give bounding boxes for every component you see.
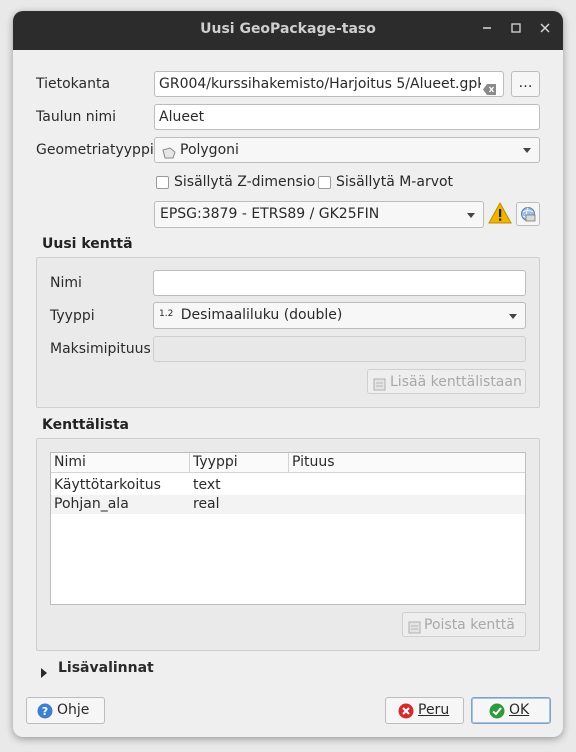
geometry-type-label: Geometriatyyppi bbox=[36, 142, 154, 158]
crs-value: EPSG:3879 - ETRS89 / GK25FIN bbox=[160, 206, 380, 222]
warning-icon bbox=[488, 201, 512, 229]
svg-text:?: ? bbox=[42, 705, 48, 718]
decimal-type-icon: 1.2 bbox=[159, 309, 174, 319]
row-name: Käyttötarkoitus bbox=[54, 477, 161, 493]
field-name-input[interactable] bbox=[153, 270, 526, 296]
include-m-checkbox[interactable] bbox=[318, 176, 331, 189]
table-row[interactable]: Käyttötarkoitus text bbox=[51, 476, 525, 495]
database-path-text: GR004/kurssihakemisto/Harjoitus 5/Alueet… bbox=[159, 76, 481, 92]
geometry-type-select[interactable]: Polygoni bbox=[154, 137, 540, 163]
crs-select[interactable]: EPSG:3879 - ETRS89 / GK25FIN bbox=[154, 201, 484, 228]
advanced-options-label: Lisävalinnat bbox=[58, 660, 154, 676]
help-icon: ? bbox=[37, 703, 53, 728]
maximize-icon[interactable] bbox=[505, 19, 527, 41]
ok-button[interactable]: OK bbox=[471, 697, 551, 724]
help-button[interactable]: ? Ohje bbox=[26, 697, 105, 724]
title-bar: Uusi GeoPackage-taso bbox=[13, 11, 563, 50]
field-type-label: Tyyppi bbox=[50, 308, 95, 324]
select-crs-button[interactable] bbox=[516, 202, 540, 226]
include-z-checkbox[interactable] bbox=[156, 176, 169, 189]
cancel-icon bbox=[398, 703, 414, 728]
include-m-label: Sisällytä M-arvot bbox=[336, 174, 454, 190]
chevron-down-icon bbox=[509, 314, 517, 319]
minimize-icon[interactable] bbox=[476, 19, 498, 41]
cancel-label: Peru bbox=[418, 702, 450, 718]
expand-arrow-icon bbox=[40, 666, 48, 682]
close-icon[interactable] bbox=[534, 19, 556, 41]
row-name: Pohjan_ala bbox=[54, 496, 129, 512]
remove-field-button[interactable]: Poista kenttä bbox=[402, 612, 526, 637]
add-to-field-list-label: Lisää kenttälistaan bbox=[390, 374, 522, 390]
max-length-input[interactable] bbox=[153, 336, 526, 362]
add-field-icon bbox=[373, 375, 387, 399]
field-list-table[interactable]: Nimi Tyyppi Pituus Käyttötarkoitus text … bbox=[50, 452, 526, 605]
table-row[interactable]: Pohjan_ala real bbox=[51, 495, 525, 514]
table-name-input[interactable]: Alueet bbox=[154, 104, 540, 130]
column-header-name[interactable]: Nimi bbox=[51, 453, 190, 473]
clear-input-icon[interactable] bbox=[483, 79, 497, 96]
field-name-label: Nimi bbox=[50, 275, 82, 291]
ok-icon bbox=[489, 703, 505, 728]
browse-button[interactable]: … bbox=[511, 71, 540, 97]
database-path-input[interactable]: GR004/kurssihakemisto/Harjoitus 5/Alueet… bbox=[154, 71, 504, 97]
cancel-button[interactable]: Peru bbox=[385, 697, 464, 724]
field-list-title: Kenttälista bbox=[42, 417, 129, 433]
chevron-down-icon bbox=[523, 148, 531, 153]
row-type: real bbox=[193, 496, 220, 512]
include-z-label: Sisällytä Z-dimensio bbox=[174, 174, 316, 190]
column-header-length[interactable]: Pituus bbox=[289, 453, 525, 473]
dialog-window: Uusi GeoPackage-taso Tietokanta GR004/ku… bbox=[13, 11, 563, 737]
help-label: Ohje bbox=[57, 702, 90, 718]
field-type-value: Desimaaliluku (double) bbox=[180, 307, 343, 323]
add-to-field-list-button[interactable]: Lisää kenttälistaan bbox=[367, 369, 526, 394]
chevron-down-icon bbox=[467, 213, 475, 218]
geometry-type-value: Polygoni bbox=[180, 142, 239, 158]
row-type: text bbox=[193, 477, 221, 493]
table-name-label: Taulun nimi bbox=[36, 109, 117, 125]
remove-field-label: Poista kenttä bbox=[424, 617, 515, 633]
new-field-title: Uusi kenttä bbox=[42, 236, 133, 252]
globe-icon bbox=[520, 206, 536, 230]
ok-label: OK bbox=[509, 702, 530, 718]
database-label: Tietokanta bbox=[36, 76, 111, 92]
field-type-select[interactable]: 1.2 Desimaaliluku (double) bbox=[153, 302, 526, 329]
polygon-icon bbox=[161, 144, 177, 162]
max-length-label: Maksimipituus bbox=[50, 341, 151, 357]
remove-field-icon bbox=[408, 618, 422, 642]
column-header-type[interactable]: Tyyppi bbox=[190, 453, 289, 473]
